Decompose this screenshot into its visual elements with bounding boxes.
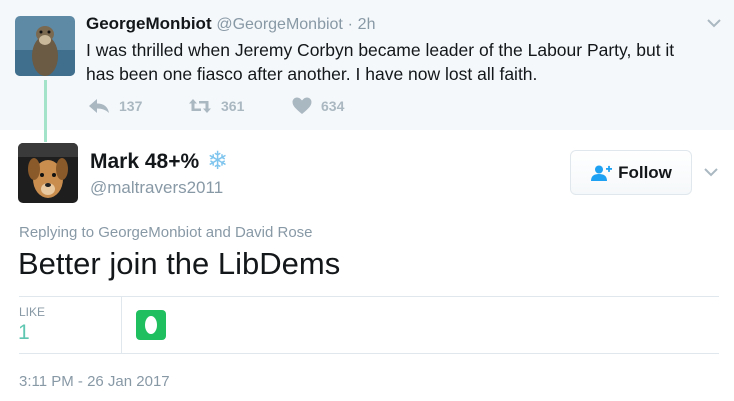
separator: · <box>347 16 353 33</box>
follow-button[interactable]: Follow <box>570 150 692 195</box>
add-user-icon <box>591 165 613 181</box>
username[interactable]: @GeorgeMonbiot <box>216 16 343 33</box>
parent-tweet-header: GeorgeMonbiot @GeorgeMonbiot · 2h <box>86 14 375 34</box>
liker-avatar-egg <box>145 316 157 334</box>
avatar[interactable] <box>15 16 75 76</box>
chevron-down-icon[interactable] <box>707 18 721 28</box>
tweet-text: Better join the LibDems <box>18 246 341 281</box>
display-name[interactable]: GeorgeMonbiot <box>86 14 212 33</box>
display-name[interactable]: Mark 48+% ❄ <box>90 149 228 174</box>
username[interactable]: @maltravers2011 <box>90 178 223 198</box>
divider <box>121 297 122 353</box>
replying-to-context[interactable]: Replying to GeorgeMonbiot and David Rose <box>19 224 313 241</box>
tweet-text: I was thrilled when Jeremy Corbyn became… <box>86 40 675 84</box>
conversation-thread-line <box>44 80 47 142</box>
chevron-down-icon[interactable] <box>704 167 718 177</box>
divider <box>19 296 719 297</box>
like-button[interactable]: 634 <box>292 96 344 116</box>
follow-button-label: Follow <box>618 162 672 182</box>
divider <box>19 353 719 354</box>
heart-icon <box>292 97 312 114</box>
liker-avatar[interactable] <box>136 310 166 340</box>
retweet-count: 361 <box>221 98 245 114</box>
avatar[interactable] <box>18 143 78 203</box>
tweet-timestamp[interactable]: 3:11 PM - 26 Jan 2017 <box>19 373 170 390</box>
display-name-text: Mark 48+% <box>90 149 200 173</box>
likes-count[interactable]: 1 <box>18 321 30 345</box>
parent-tweet[interactable]: GeorgeMonbiot @GeorgeMonbiot · 2h I was … <box>0 0 734 130</box>
reply-button[interactable]: 137 <box>88 96 142 116</box>
like-count: 634 <box>321 98 345 114</box>
retweet-button[interactable]: 361 <box>188 96 244 116</box>
reply-count: 137 <box>119 98 143 114</box>
retweet-icon <box>189 99 211 113</box>
tweet-time[interactable]: 2h <box>358 16 376 33</box>
reply-icon <box>89 99 109 113</box>
snowflake-icon: ❄ <box>207 147 229 175</box>
likes-label: LIKE <box>19 305 46 319</box>
